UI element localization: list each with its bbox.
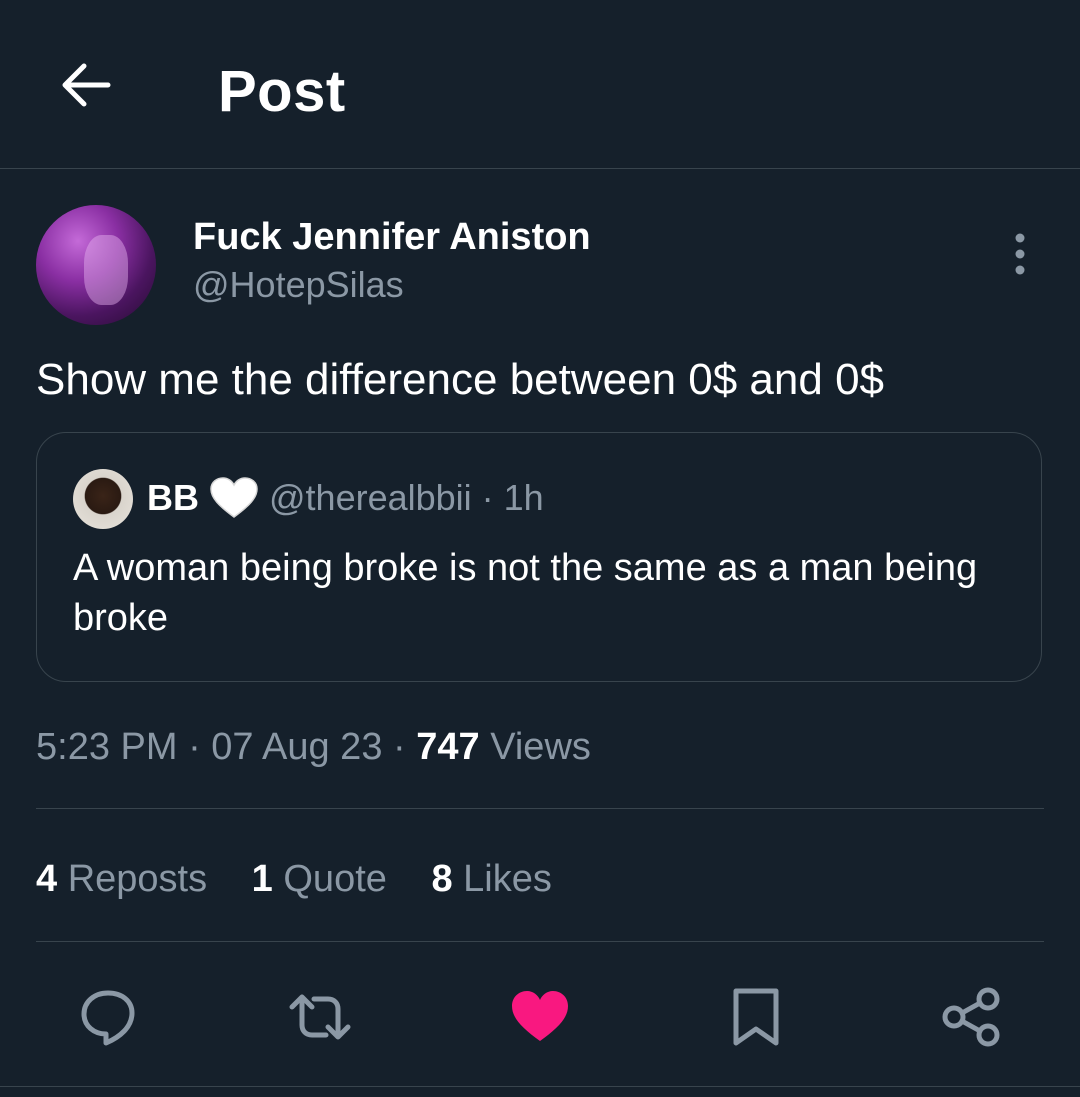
white-heart-icon [210, 477, 258, 518]
share-button[interactable] [940, 985, 1004, 1049]
arrow-left-icon [62, 63, 111, 107]
timestamp: 5:23 PM · 07 Aug 23 · [36, 726, 417, 768]
divider [0, 1086, 1080, 1087]
quotes-stat[interactable]: 1 Quote [252, 858, 387, 901]
author-display-name[interactable]: Fuck Jennifer Aniston [193, 216, 591, 259]
likes-stat[interactable]: 8 Likes [431, 858, 551, 901]
share-icon [942, 987, 1000, 1047]
more-options-button[interactable] [1005, 232, 1035, 276]
quoted-author-name: BB [147, 477, 199, 518]
author-handle[interactable]: @HotepSilas [193, 264, 404, 306]
like-button[interactable] [508, 985, 572, 1049]
repost-icon [289, 994, 351, 1040]
author-avatar[interactable] [36, 205, 156, 325]
views-count: 747 [416, 726, 480, 768]
repost-button[interactable] [288, 985, 352, 1049]
engagement-stats: 4 Reposts 1 Quote 8 Likes [36, 858, 586, 901]
quoted-author-avatar [73, 469, 133, 529]
like-icon [512, 991, 568, 1041]
tweet-text: Show me the difference between 0$ and 0$ [36, 355, 885, 404]
more-vertical-icon [1015, 233, 1025, 275]
reply-icon [81, 990, 135, 1046]
quoted-tweet-text: A woman being broke is not the same as a… [73, 547, 978, 639]
back-button[interactable] [58, 58, 112, 112]
reposts-stat[interactable]: 4 Reposts [36, 858, 207, 901]
divider [36, 808, 1044, 809]
bookmark-icon [733, 988, 779, 1046]
bookmark-button[interactable] [724, 985, 788, 1049]
top-bar: Post [0, 0, 1080, 169]
views-label: Views [490, 726, 591, 768]
quoted-tweet-card[interactable]: BB @therealbbii · 1h A woman being broke… [36, 432, 1042, 682]
divider [36, 941, 1044, 942]
quoted-author-handle-time: @therealbbii · 1h [269, 477, 544, 518]
reply-button[interactable] [76, 985, 140, 1049]
page-title: Post [218, 59, 346, 124]
tweet-meta: 5:23 PM · 07 Aug 23 · 747 Views [36, 726, 591, 769]
